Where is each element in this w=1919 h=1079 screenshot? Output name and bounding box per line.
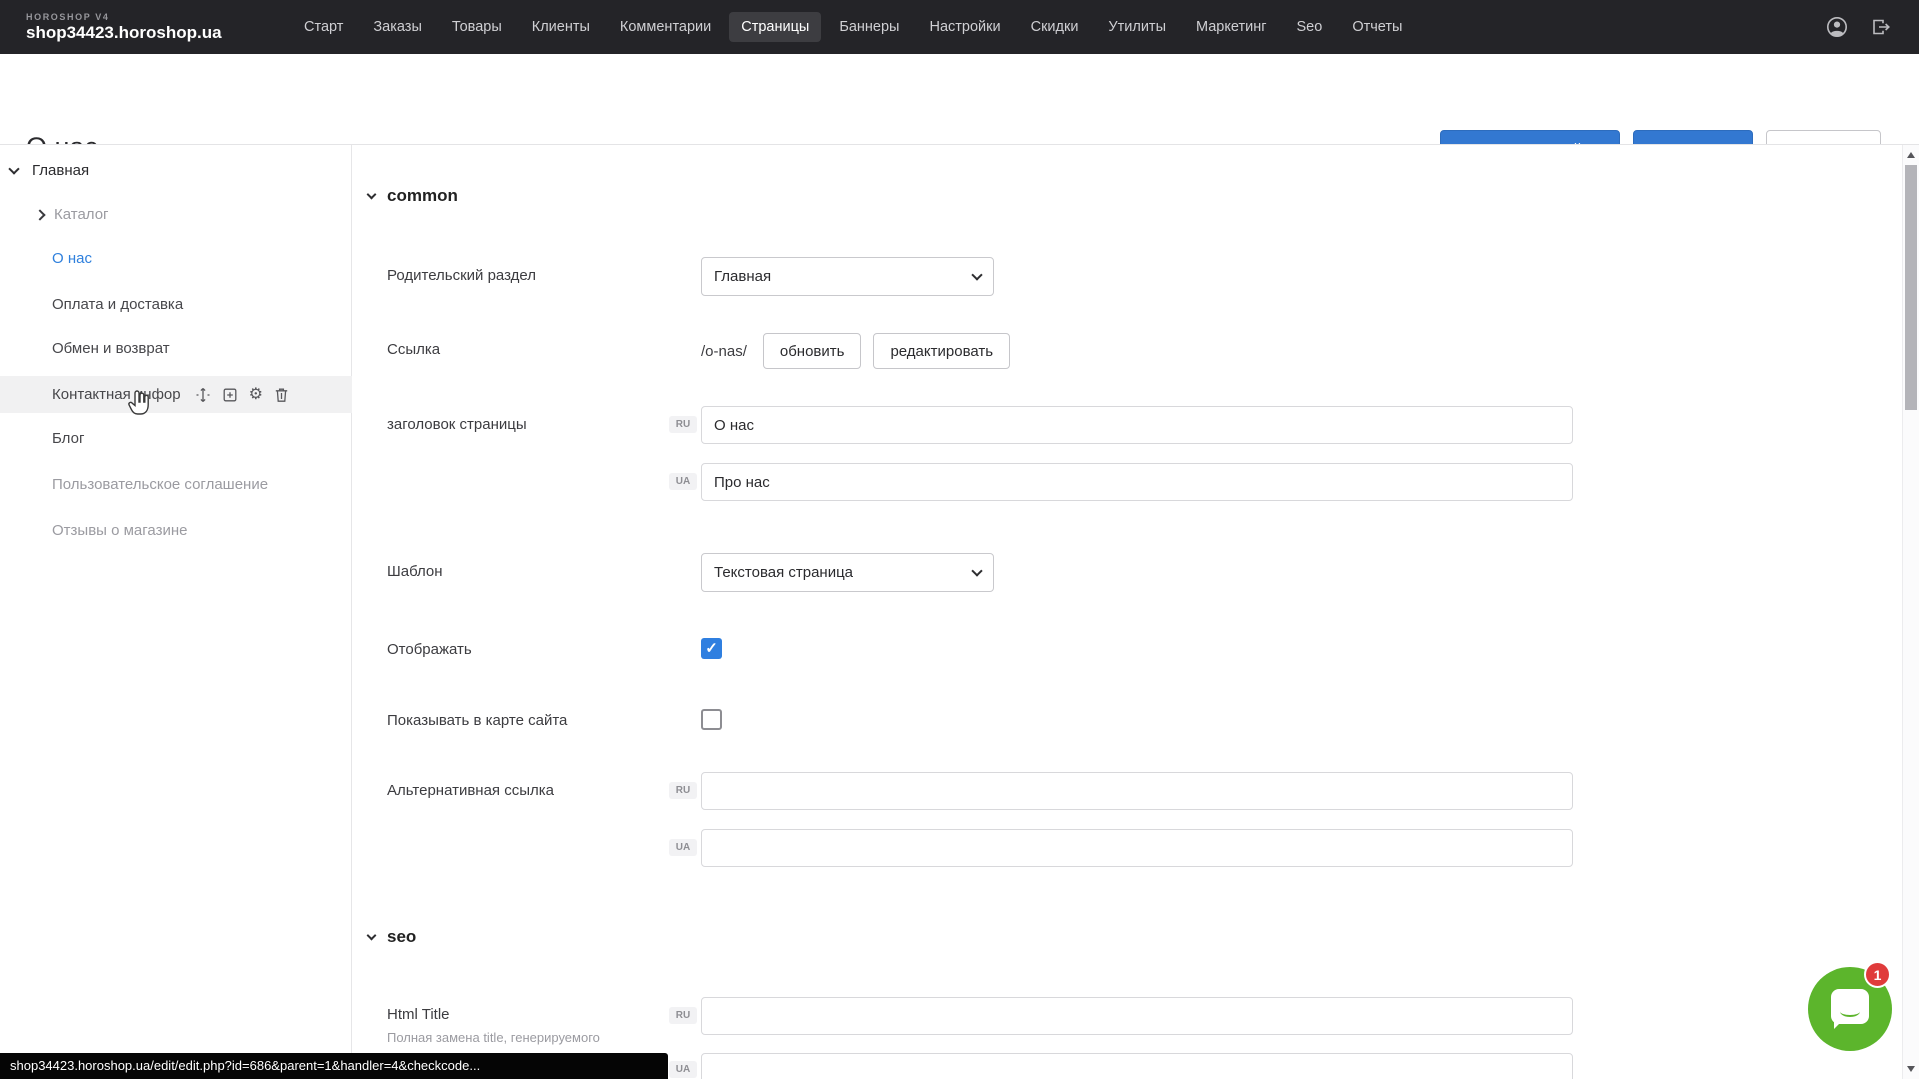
tree-item-blog[interactable]: Блог [0,420,352,457]
chevron-down-icon [367,931,377,941]
chevron-down-icon[interactable] [8,163,19,174]
lang-tag-ru: RU [669,1007,697,1024]
menu-item-comments[interactable]: Комментарии [608,12,723,42]
tree-item-label: Главная [32,162,89,179]
tree-item-label: О нас [52,250,92,267]
section-seo-title: seo [387,927,416,947]
menu-item-discounts[interactable]: Скидки [1019,12,1091,42]
status-url-bar: shop34423.horoshop.ua/edit/edit.php?id=6… [0,1053,668,1079]
tree-item-label: Обмен и возврат [52,340,170,357]
topbar-icons [1825,0,1893,54]
link-row: /o-nas/ обновить редактировать [701,333,1010,369]
chevron-right-icon[interactable] [34,209,45,220]
lang-tag-ru: RU [669,416,697,433]
add-icon[interactable] [222,387,238,403]
menu-item-banners[interactable]: Баннеры [827,12,911,42]
tree-item-soglashenie[interactable]: Пользовательское соглашение [0,466,352,503]
logo-domain: shop34423.horoshop.ua [26,23,222,43]
menu-item-seo[interactable]: Seo [1285,12,1335,42]
menu-item-settings[interactable]: Настройки [917,12,1012,42]
logo[interactable]: HOROSHOP V4 shop34423.horoshop.ua [26,12,222,43]
html-title-label: Html Title [387,1006,450,1023]
scrollbar-thumb[interactable] [1905,165,1917,410]
section-common[interactable]: common [368,186,458,206]
link-update-button[interactable]: обновить [763,333,862,369]
menu-item-clients[interactable]: Клиенты [520,12,602,42]
tree-item-katalog[interactable]: Каталог [0,196,352,233]
tree-item-actions: ⚙ [195,387,289,403]
chat-icon [1831,989,1869,1024]
tree-item-label: Отзывы о магазине [52,522,187,539]
lang-tag-ru: RU [669,782,697,799]
tree-item-obmen[interactable]: Обмен и возврат [0,330,352,367]
menu-item-pages[interactable]: Страницы [729,12,821,42]
scrollbar-up-arrow[interactable] [1907,152,1915,158]
logout-icon[interactable] [1869,15,1893,39]
menu-item-products[interactable]: Товары [440,12,514,42]
template-label: Шаблон [387,563,443,580]
topbar: HOROSHOP V4 shop34423.horoshop.ua Старт … [0,0,1919,54]
chevron-down-icon [971,565,982,576]
chevron-down-icon [367,190,377,200]
lang-tag-ua: UA [669,839,697,856]
tree-item-kontaktnaya[interactable]: Контактная инфор ⚙ [0,376,352,413]
logo-version: HOROSHOP V4 [26,12,222,22]
tree-item-label: Пользовательское соглашение [52,476,268,493]
menu-item-start[interactable]: Старт [292,12,355,42]
trash-icon[interactable] [274,387,289,403]
parent-section-label: Родительский раздел [387,267,536,284]
tree-item-glavnaya[interactable]: Главная [0,152,352,189]
menu-item-orders[interactable]: Заказы [361,12,433,42]
tree-item-o-nas[interactable]: О нас [0,240,352,277]
menu-item-reports[interactable]: Отчеты [1340,12,1414,42]
section-common-title: common [387,186,458,206]
drag-icon[interactable] [195,387,211,403]
section-seo[interactable]: seo [368,927,416,947]
tree-item-label: Блог [52,430,84,447]
html-title-ua-input[interactable] [701,1053,1573,1079]
html-title-ru-input[interactable] [701,997,1573,1035]
tree-item-label: Контактная инфор [52,386,181,403]
form-area: common Родительский раздел Главная Ссылк… [353,145,1902,1079]
menu-item-utilities[interactable]: Утилиты [1096,12,1178,42]
html-title-hint: Полная замена title, генерируемого [387,1030,600,1045]
display-checkbox[interactable] [701,638,722,659]
scrollbar[interactable] [1902,145,1919,1079]
menu-item-marketing[interactable]: Маркетинг [1184,12,1279,42]
display-label: Отображать [387,641,472,658]
template-value: Текстовая страница [714,564,853,581]
link-path: /o-nas/ [701,343,747,360]
page: HOROSHOP V4 shop34423.horoshop.ua Старт … [0,0,1919,1079]
parent-section-value: Главная [714,268,771,285]
page-title-ru-input[interactable] [701,406,1573,444]
alt-link-ua-input[interactable] [701,829,1573,867]
main-menu: Старт Заказы Товары Клиенты Комментарии … [292,0,1414,54]
lang-tag-ua: UA [669,473,697,490]
page-title-ua-input[interactable] [701,463,1573,501]
tree-item-otzyvy[interactable]: Отзывы о магазине [0,512,352,549]
page-tree-sidebar: Главная Каталог О нас Оплата и доставка … [0,145,352,1079]
page-title-field-label: заголовок страницы [387,416,527,433]
sitemap-label: Показывать в карте сайта [387,712,567,729]
chevron-down-icon [971,269,982,280]
lang-tag-ua: UA [669,1061,697,1078]
alt-link-label: Альтернативная ссылка [387,782,554,799]
tree-item-label: Каталог [54,206,109,223]
alt-link-ru-input[interactable] [701,772,1573,810]
link-edit-button[interactable]: редактировать [873,333,1010,369]
tree-item-label: Оплата и доставка [52,296,183,313]
chat-unread-badge: 1 [1864,961,1891,988]
template-select[interactable]: Текстовая страница [701,553,994,592]
parent-section-select[interactable]: Главная [701,257,994,296]
chat-widget-button[interactable]: 1 [1808,967,1892,1051]
account-icon[interactable] [1825,15,1849,39]
gear-icon[interactable]: ⚙ [249,387,263,403]
scrollbar-down-arrow[interactable] [1907,1066,1915,1072]
link-label: Ссылка [387,341,440,358]
sitemap-checkbox[interactable] [701,709,722,730]
page-header: О нас Сохранить и выйти Сохранить Отмени… [0,54,1919,144]
tree-item-oplata[interactable]: Оплата и доставка [0,286,352,323]
